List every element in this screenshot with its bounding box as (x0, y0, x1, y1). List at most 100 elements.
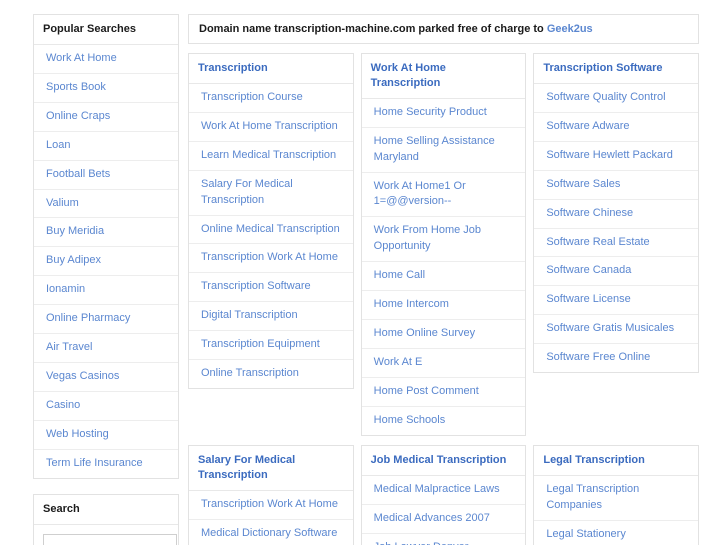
list-item: Learn Medical Transcription (189, 142, 353, 171)
list-item: Transcription Equipment (189, 331, 353, 361)
category-link[interactable]: Software Canada (534, 257, 698, 285)
popular-search-link[interactable]: Ionamin (34, 276, 178, 304)
list-item: Software Quality Control (534, 84, 699, 113)
category-link[interactable]: Medical Malpractice Laws (362, 476, 526, 504)
category-column: Salary For Medical Transcription Transcri… (188, 444, 354, 545)
popular-search-link[interactable]: Buy Adipex (34, 247, 178, 275)
list-item: Software Canada (534, 257, 699, 287)
category-link[interactable]: Home Online Survey (362, 320, 526, 348)
category-link[interactable]: Learn Medical Transcription (189, 142, 353, 170)
list-item: Home Selling Assistance Maryland (361, 128, 526, 173)
popular-search-link[interactable]: Air Travel (34, 334, 178, 362)
category-list: Medical Malpractice Laws Medical Advances… (361, 476, 526, 545)
popular-searches-list: Work At Home Sports Book Online Craps Loan F… (34, 45, 178, 478)
popular-search-link[interactable]: Sports Book (34, 74, 178, 102)
category-column: Work At Home Transcription Home Security … (360, 53, 527, 436)
search-input[interactable] (43, 533, 177, 545)
category-link[interactable]: Software Adware (534, 113, 698, 141)
category-link[interactable]: Work From Home Job Opportunity (362, 217, 526, 261)
parked-domain-page: Popular Searches Work At Home Sports Book… (0, 0, 727, 545)
popular-search-link[interactable]: Buy Meridia (34, 218, 178, 246)
category-panel: Job Medical Transcription Medical Malprac… (360, 444, 527, 545)
category-link[interactable]: Home Security Product (362, 99, 526, 127)
list-item: Web Hosting (34, 421, 178, 450)
category-link[interactable]: Home Post Comment (362, 378, 526, 406)
list-item: Buy Adipex (34, 247, 178, 277)
category-link[interactable]: Work At Home Transcription (189, 113, 353, 141)
list-item: Work At Home (34, 45, 178, 74)
category-link[interactable]: Home Intercom (362, 291, 526, 319)
category-link[interactable]: Work At Home1 Or 1=@@version-- (362, 173, 526, 217)
popular-search-link[interactable]: Work At Home (34, 45, 178, 73)
list-item: Software Chinese (534, 200, 699, 229)
list-item: Air Travel (34, 334, 178, 364)
category-link[interactable]: Software Gratis Musicales (534, 315, 698, 343)
category-link[interactable]: Transcription Equipment (189, 331, 353, 359)
list-item: Buy Meridia (34, 218, 178, 248)
category-grid-row-1: Transcription Transcription Course Work At… (188, 53, 700, 436)
domain-notice-bar: Domain name transcription-machine.com pa… (188, 14, 699, 44)
category-link[interactable]: Software Hewlett Packard (534, 142, 698, 170)
category-title: Transcription (189, 54, 353, 84)
category-title: Job Medical Transcription (361, 446, 526, 476)
popular-search-link[interactable]: Valium (34, 190, 178, 218)
category-list: Transcription Course Work At Home Transcr… (189, 84, 353, 388)
popular-search-link[interactable]: Loan (34, 132, 178, 160)
category-link[interactable]: Digital Transcription (189, 302, 353, 330)
category-panel: Legal Transcription Legal Transcription C… (533, 444, 700, 545)
category-link[interactable]: Software License (534, 286, 698, 314)
category-link[interactable]: Transcription Software (189, 273, 353, 301)
category-title: Legal Transcription (534, 446, 699, 476)
category-link[interactable]: Legal Transcription Companies (534, 476, 698, 520)
popular-search-link[interactable]: Online Craps (34, 103, 178, 131)
category-link[interactable]: Home Selling Assistance Maryland (362, 128, 526, 172)
list-item: Software Adware (534, 113, 699, 142)
popular-search-link[interactable]: Term Life Insurance (34, 450, 178, 478)
list-item: Medical Malpractice Laws (361, 476, 526, 505)
list-item: Home Call (361, 262, 526, 292)
list-item: Home Online Survey (361, 320, 526, 350)
geek2us-link[interactable]: Geek2us (547, 23, 593, 35)
search-form: Search (34, 525, 178, 545)
category-link[interactable]: Software Free Online (534, 344, 698, 372)
category-column: Transcription Transcription Course Work At… (188, 53, 354, 436)
category-link[interactable]: Salary For Medical Transcription (189, 171, 353, 215)
category-link[interactable]: Online Transcription (189, 360, 353, 388)
list-item: Software Gratis Musicales (534, 315, 699, 345)
category-link[interactable]: Legal Stationery (534, 521, 698, 545)
category-panel: Salary For Medical Transcription Transcri… (188, 444, 354, 545)
list-item: Work At Home Transcription (189, 113, 353, 142)
category-link[interactable]: Job Lawyer Denver Certification (362, 534, 526, 545)
category-link[interactable]: Home Schools (362, 407, 526, 435)
popular-search-link[interactable]: Casino (34, 392, 178, 420)
category-column: Job Medical Transcription Medical Malprac… (360, 444, 527, 545)
domain-notice-text: Domain name transcription-machine.com pa… (199, 23, 547, 35)
category-link[interactable]: Software Sales (534, 171, 698, 199)
list-item: Transcription Work At Home (189, 244, 353, 274)
popular-search-link[interactable]: Football Bets (34, 161, 178, 189)
category-link[interactable]: Medical Advances 2007 (362, 505, 526, 533)
list-item: Home Intercom (361, 291, 526, 321)
list-item: Legal Transcription Companies (534, 476, 699, 521)
category-link[interactable]: Transcription Course (189, 84, 353, 112)
list-item: Loan (34, 132, 178, 161)
list-item: Transcription Software (189, 273, 353, 303)
category-link[interactable]: Online Medical Transcription (189, 216, 353, 244)
list-item: Ionamin (34, 276, 178, 306)
category-link[interactable]: Transcription Work At Home (189, 491, 353, 519)
popular-search-link[interactable]: Web Hosting (34, 421, 178, 449)
popular-search-link[interactable]: Vegas Casinos (34, 363, 178, 391)
category-link[interactable]: Transcription Work At Home (189, 244, 353, 272)
category-link[interactable]: Work At E (362, 349, 526, 377)
list-item: Job Lawyer Denver Certification (362, 534, 526, 545)
main-content: Domain name transcription-machine.com pa… (188, 14, 700, 545)
category-link[interactable]: Software Real Estate (534, 229, 698, 257)
list-item: Software Sales (534, 171, 699, 200)
popular-search-link[interactable]: Online Pharmacy (34, 305, 178, 333)
category-link[interactable]: Medical Dictionary Software (189, 520, 353, 545)
list-item: Online Medical Transcription (189, 216, 353, 245)
category-link[interactable]: Software Chinese (534, 200, 698, 228)
category-panel: Transcription Software Software Quality C… (533, 53, 700, 374)
category-link[interactable]: Home Call (362, 262, 526, 290)
category-link[interactable]: Software Quality Control (534, 84, 698, 112)
